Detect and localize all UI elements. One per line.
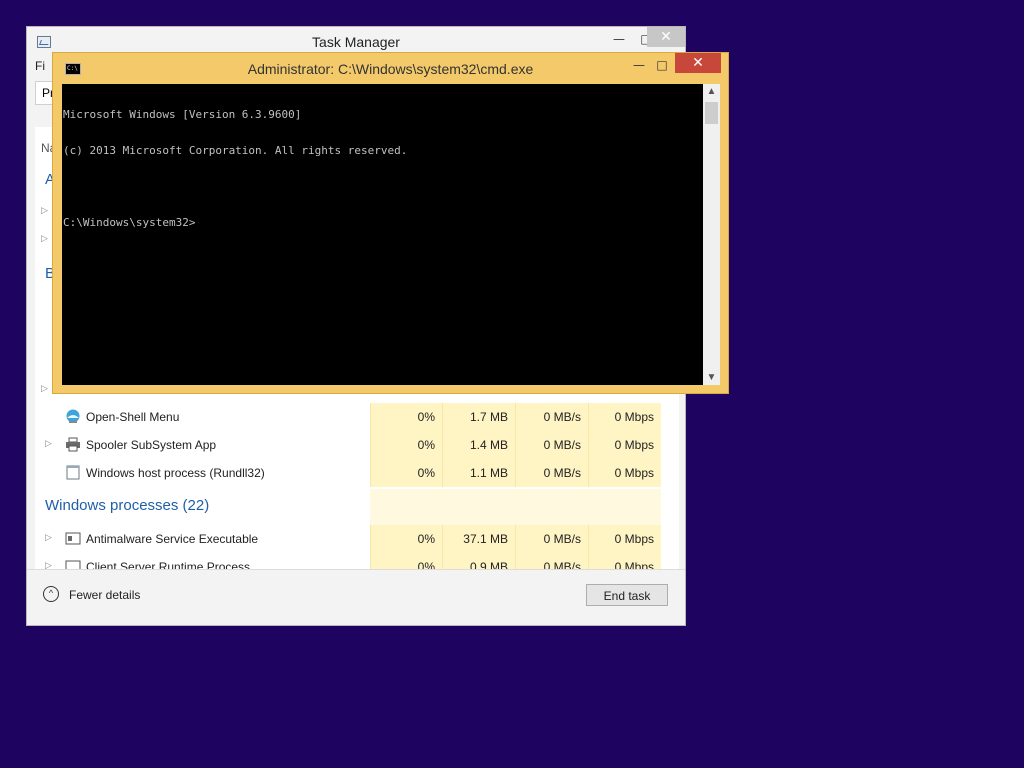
app-window-icon xyxy=(65,465,81,480)
shell-menu-icon xyxy=(65,409,81,424)
section-row-windows[interactable]: Windows processes (22) xyxy=(35,489,679,525)
close-button[interactable]: ✕ xyxy=(647,27,685,47)
maximize-button[interactable]: □ xyxy=(647,55,677,75)
section-shade xyxy=(370,489,661,525)
expand-arrow-icon[interactable]: ▷ xyxy=(41,383,48,394)
expand-arrow-icon[interactable]: ▷ xyxy=(41,205,48,216)
disk-cell: 0 MB/s xyxy=(515,431,588,459)
scrollbar-thumb[interactable] xyxy=(705,102,718,124)
chevron-up-icon[interactable]: ▲ xyxy=(703,86,720,97)
memory-cell: 1.7 MB xyxy=(442,403,515,431)
printer-icon xyxy=(65,437,81,452)
network-cell: 0 Mbps xyxy=(588,553,661,569)
expand-arrow-icon[interactable]: ▷ xyxy=(45,560,52,569)
network-cell: 0 Mbps xyxy=(588,431,661,459)
process-name: Spooler SubSystem App xyxy=(86,438,217,452)
task-manager-title: Task Manager xyxy=(312,34,400,50)
menu-file[interactable]: Fi xyxy=(35,59,45,73)
table-row[interactable]: Windows host process (Rundll32) 0% 1.1 M… xyxy=(35,459,679,487)
memory-cell: 37.1 MB xyxy=(442,525,515,553)
table-row[interactable]: ▷ Client Server Runtime Process 0% 0.9 M… xyxy=(35,553,679,569)
process-name: Client Server Runtime Process xyxy=(86,560,251,569)
disk-cell: 0 MB/s xyxy=(515,403,588,431)
process-name: Antimalware Service Executable xyxy=(86,532,259,546)
memory-cell: 1.1 MB xyxy=(442,459,515,487)
network-cell: 0 Mbps xyxy=(588,525,661,553)
section-title-windows-processes: Windows processes (22) xyxy=(45,497,210,514)
expand-arrow-icon[interactable]: ▷ xyxy=(45,532,52,543)
cpu-cell: 0% xyxy=(370,459,442,487)
process-name: Open-Shell Menu xyxy=(86,410,180,424)
console-line: Microsoft Windows [Version 6.3.9600] xyxy=(63,108,302,121)
fewer-details-link[interactable]: Fewer details xyxy=(69,588,140,602)
cpu-cell: 0% xyxy=(370,403,442,431)
network-cell: 0 Mbps xyxy=(588,459,661,487)
console-line: (c) 2013 Microsoft Corporation. All righ… xyxy=(63,144,408,157)
disk-cell: 0 MB/s xyxy=(515,525,588,553)
disk-cell: 0 MB/s xyxy=(515,553,588,569)
cpu-cell: 0% xyxy=(370,525,442,553)
memory-cell: 1.4 MB xyxy=(442,431,515,459)
chevron-up-icon[interactable]: ^ xyxy=(43,586,59,602)
chevron-down-icon[interactable]: ▼ xyxy=(703,372,720,383)
close-button[interactable]: ✕ xyxy=(675,53,721,73)
console-output[interactable]: Microsoft Windows [Version 6.3.9600] (c)… xyxy=(62,84,703,385)
table-row[interactable]: Open-Shell Menu 0% 1.7 MB 0 MB/s 0 Mbps xyxy=(35,403,679,431)
table-row[interactable]: ▷ Antimalware Service Executable 0% 37.1… xyxy=(35,525,679,553)
network-cell: 0 Mbps xyxy=(588,403,661,431)
end-task-button[interactable]: End task xyxy=(586,584,668,606)
memory-cell: 0.9 MB xyxy=(442,553,515,569)
minimize-button[interactable]: — xyxy=(605,29,633,49)
cpu-cell: 0% xyxy=(370,553,442,569)
expand-arrow-icon[interactable]: ▷ xyxy=(41,233,48,244)
vertical-scrollbar[interactable]: ▲ ▼ xyxy=(703,84,720,385)
console-prompt: C:\Windows\system32> xyxy=(63,216,196,229)
process-name: Windows host process (Rundll32) xyxy=(86,466,265,480)
task-manager-footer: ^ Fewer details End task xyxy=(27,569,685,625)
disk-cell: 0 MB/s xyxy=(515,459,588,487)
table-row[interactable]: ▷ Spooler SubSystem App 0% 1.4 MB 0 MB/s… xyxy=(35,431,679,459)
app-window-icon xyxy=(65,531,81,546)
cmd-window: C:\ Administrator: C:\Windows\system32\c… xyxy=(52,52,729,394)
cpu-cell: 0% xyxy=(370,431,442,459)
expand-arrow-icon[interactable]: ▷ xyxy=(45,438,52,449)
app-window-icon xyxy=(65,559,81,569)
